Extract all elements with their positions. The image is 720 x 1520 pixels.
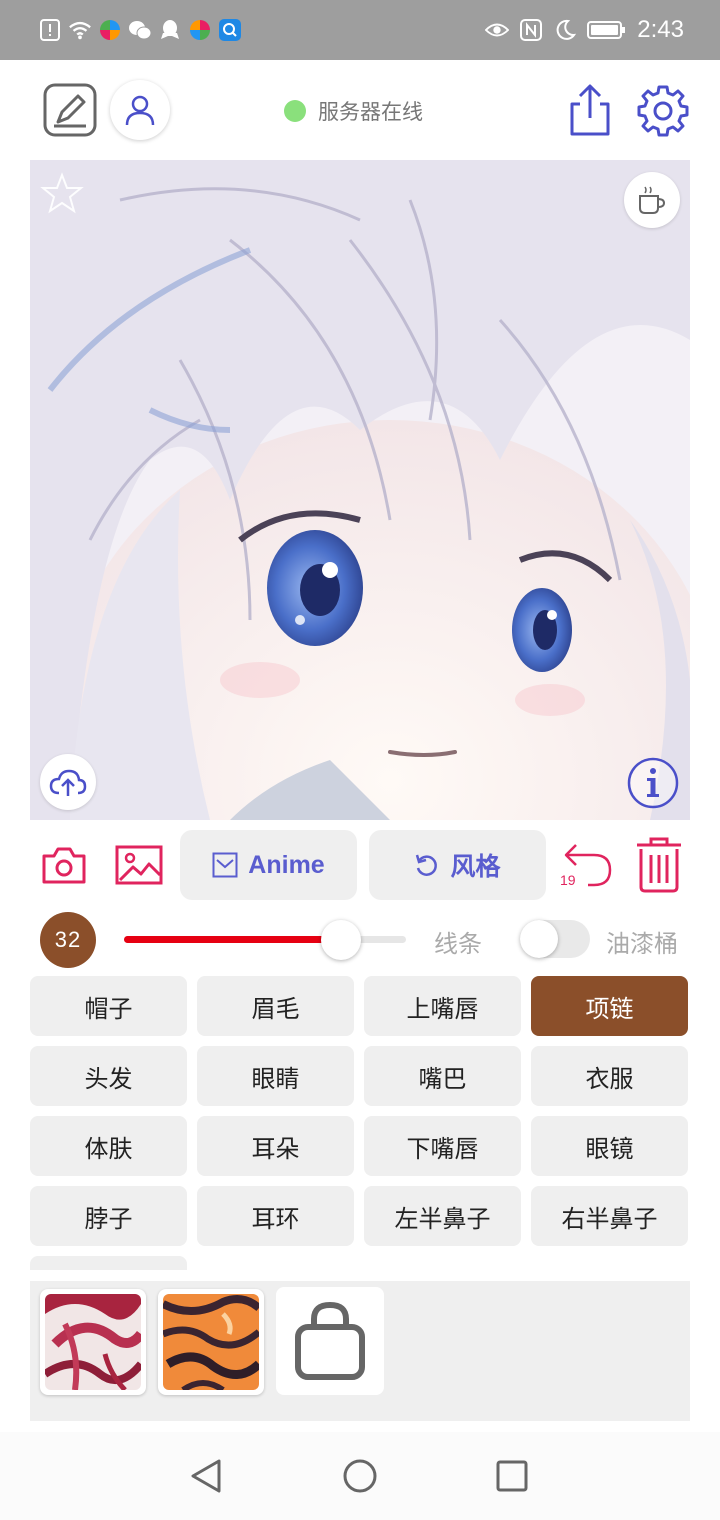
sketch-mode-button[interactable] <box>40 80 100 140</box>
top-toolbar: 服务器在线 <box>0 60 720 160</box>
moon-icon <box>553 18 577 42</box>
part-button[interactable]: 耳朵 <box>197 1116 354 1176</box>
upload-button[interactable] <box>40 754 96 810</box>
status-icons-left <box>38 16 242 44</box>
app-colorful-icon <box>98 18 122 42</box>
refresh-icon <box>416 854 438 876</box>
style-label: 风格 <box>450 853 501 881</box>
part-button[interactable]: 眼睛 <box>197 1046 354 1106</box>
brush-size-slider-fill <box>124 936 342 943</box>
back-icon <box>191 1459 221 1493</box>
camera-icon <box>42 847 86 884</box>
cloud-upload-icon <box>49 769 87 796</box>
user-button[interactable] <box>110 80 170 140</box>
battery-icon <box>587 18 627 42</box>
anime-model-label: Anime <box>248 850 325 879</box>
wifi-icon <box>68 18 92 42</box>
camera-button[interactable] <box>40 842 88 888</box>
status-icons-right: 2:43 <box>485 16 684 44</box>
line-mode-label: 线条 <box>434 930 482 958</box>
bucket-toggle[interactable] <box>520 920 590 958</box>
coffee-cup-icon <box>639 186 666 214</box>
status-bar: 2:43 <box>0 0 720 60</box>
gallery-button[interactable] <box>114 842 164 888</box>
part-button[interactable]: 衣服 <box>531 1046 688 1106</box>
back-button[interactable] <box>186 1456 226 1496</box>
part-button[interactable]: 耳环 <box>197 1186 354 1246</box>
part-button[interactable]: 眼镜 <box>531 1116 688 1176</box>
eye-icon <box>485 18 510 42</box>
navigation-bar <box>0 1432 720 1520</box>
part-button[interactable]: 眉毛 <box>197 976 354 1036</box>
gear-icon <box>637 85 689 137</box>
server-status: 服务器在线 <box>284 96 423 126</box>
texture-swatch-tiger[interactable] <box>158 1289 264 1395</box>
anime-model-button[interactable]: Anime <box>180 830 357 900</box>
part-button[interactable]: 上嘴唇 <box>364 976 521 1036</box>
shop-button[interactable] <box>276 1287 384 1395</box>
alert-icon <box>38 18 62 42</box>
brush-size-slider[interactable] <box>124 920 406 960</box>
part-button[interactable]: 下嘴唇 <box>364 1116 521 1176</box>
bucket-mode-label: 油漆桶 <box>606 930 678 958</box>
part-button[interactable]: 脖子 <box>30 1186 187 1246</box>
home-icon <box>343 1459 377 1493</box>
part-button[interactable]: 头发 <box>30 1046 187 1106</box>
server-status-text: 服务器在线 <box>318 100 423 124</box>
part-button[interactable]: 左半鼻子 <box>364 1186 521 1246</box>
settings-button[interactable] <box>634 82 692 140</box>
home-button[interactable] <box>340 1456 380 1496</box>
texture-swatch-red[interactable] <box>40 1289 146 1395</box>
action-row: Anime 风格 19 <box>0 828 720 904</box>
part-button[interactable]: 体肤 <box>30 1116 187 1176</box>
coffee-button[interactable] <box>624 172 680 228</box>
qq-icon <box>158 18 182 42</box>
brush-row: 32 线条 油漆桶 <box>0 910 720 970</box>
undo-button[interactable]: 19 <box>560 838 616 890</box>
user-icon <box>125 95 155 126</box>
nfc-icon <box>519 18 543 42</box>
image-icon <box>115 845 163 885</box>
brush-size-badge: 32 <box>40 912 96 968</box>
part-selector-grid: 帽子 眉毛 上嘴唇 项链头发 眼睛 嘴巴 衣服体肤 耳朵 下嘴唇 眼镜脖子 耳环 左半鼻子 右半鼻子 <box>30 976 690 1270</box>
share-button[interactable] <box>562 80 618 140</box>
part-button[interactable]: 右半鼻子 <box>531 1186 688 1246</box>
part-button[interactable] <box>30 1256 187 1270</box>
texture-palette <box>30 1281 690 1421</box>
part-button[interactable]: 项链 <box>531 976 688 1036</box>
server-status-dot <box>284 100 306 122</box>
favorite-star-icon[interactable] <box>40 172 84 216</box>
wechat-icon <box>128 18 152 42</box>
clock: 2:43 <box>637 16 684 43</box>
drawing-canvas[interactable] <box>30 160 690 820</box>
part-button[interactable]: 帽子 <box>30 976 187 1036</box>
brush-size-slider-thumb[interactable] <box>321 920 362 960</box>
search-app-icon <box>218 18 242 42</box>
bucket-toggle-knob <box>520 920 558 958</box>
recents-button[interactable] <box>492 1456 532 1496</box>
recents-icon <box>496 1460 528 1492</box>
info-icon <box>627 757 679 809</box>
edit-icon <box>43 83 97 137</box>
app-colorful-icon <box>188 18 212 42</box>
trash-icon <box>637 837 681 893</box>
part-button[interactable]: 嘴巴 <box>364 1046 521 1106</box>
mail-icon <box>212 852 238 878</box>
style-button[interactable]: 风格 <box>369 830 546 900</box>
undo-count: 19 <box>560 872 576 888</box>
clear-button[interactable] <box>632 836 686 894</box>
share-icon <box>570 84 610 136</box>
shopping-bag-icon <box>295 1301 365 1380</box>
generated-portrait <box>30 160 690 820</box>
info-button[interactable] <box>626 756 680 810</box>
